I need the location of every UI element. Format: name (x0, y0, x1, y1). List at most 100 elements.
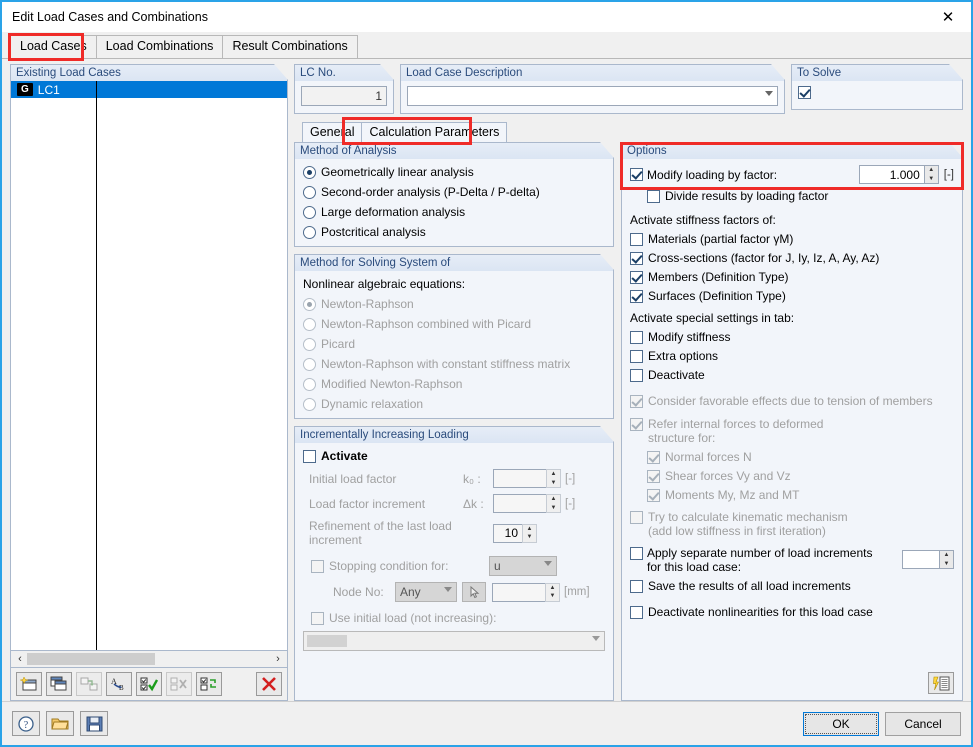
radio-newton-raphson-picard-marker[interactable] (303, 317, 316, 331)
radio-newton-raphson-constant-marker[interactable] (303, 357, 316, 371)
special-modify-stiffness-checkbox[interactable] (630, 330, 643, 344)
open-folder-icon[interactable] (46, 711, 74, 736)
radio-picard-marker[interactable] (303, 337, 316, 351)
scroll-left-arrow-icon[interactable]: ‹ (14, 653, 26, 665)
radio-second-order[interactable]: Second-order analysis (P-Delta / P-delta… (303, 185, 605, 199)
spin-up-icon[interactable]: ▲ (940, 551, 953, 560)
modify-loading-row[interactable]: Modify loading by factor: 1.000 ▲ ▼ [-] (630, 165, 954, 184)
refer-normal-forces-row[interactable]: Normal forces N (630, 450, 954, 464)
apply-increments-row[interactable]: Apply separate number of load increments… (630, 546, 954, 574)
delete-button[interactable] (256, 672, 282, 696)
rename-button[interactable]: AB (106, 672, 132, 696)
spin-down-icon[interactable]: ▼ (925, 175, 938, 184)
list-item[interactable]: G LC1 (11, 81, 287, 98)
chevron-down-icon[interactable] (592, 636, 600, 641)
initial-load-factor-spin-buttons[interactable]: ▲ ▼ (546, 469, 561, 488)
stopping-condition-combo[interactable]: u (489, 556, 557, 576)
radio-second-order-marker[interactable] (303, 185, 316, 199)
stiffness-members-row[interactable]: Members (Definition Type) (630, 270, 954, 284)
deselect-all-button[interactable] (166, 672, 192, 696)
radio-large-deformation-marker[interactable] (303, 205, 316, 219)
apply-increments-stepper[interactable]: ▲ ▼ (902, 550, 954, 569)
load-cases-list[interactable]: G LC1 (10, 81, 288, 651)
help-icon[interactable]: ? (12, 711, 40, 736)
radio-postcritical-marker[interactable] (303, 225, 316, 239)
modify-loading-checkbox[interactable] (630, 168, 643, 181)
lc-no-input[interactable]: 1 (301, 86, 387, 106)
ok-button[interactable]: OK (803, 711, 879, 736)
refer-internal-forces-checkbox[interactable] (630, 418, 643, 431)
deactivate-nonlinearities-row[interactable]: Deactivate nonlinearities for this load … (630, 605, 954, 619)
new-load-case-button[interactable] (16, 672, 42, 696)
initial-load-combo[interactable] (303, 631, 605, 651)
kinematic-mechanism-row[interactable]: Try to calculate kinematic mechanism (ad… (630, 510, 954, 538)
special-modify-stiffness-row[interactable]: Modify stiffness (630, 330, 954, 344)
use-initial-load-checkbox[interactable] (311, 611, 324, 625)
renumber-button[interactable] (76, 672, 102, 696)
spin-down-icon[interactable]: ▼ (523, 533, 536, 542)
stiffness-materials-row[interactable]: Materials (partial factor γM) (630, 232, 954, 246)
deactivate-nonlinearities-checkbox[interactable] (630, 605, 643, 619)
save-results-checkbox[interactable] (630, 579, 643, 593)
radio-newton-raphson-constant[interactable]: Newton-Raphson with constant stiffness m… (303, 357, 605, 371)
refer-moments-checkbox[interactable] (647, 488, 660, 502)
radio-dynamic-relaxation[interactable]: Dynamic relaxation (303, 397, 605, 411)
favorable-effects-checkbox[interactable] (630, 394, 643, 408)
tab-general[interactable]: General (302, 122, 363, 142)
description-combo[interactable] (407, 86, 778, 106)
list-horizontal-scrollbar[interactable]: ‹ › (10, 651, 288, 668)
radio-picard[interactable]: Picard (303, 337, 605, 351)
stiffness-surfaces-checkbox[interactable] (630, 289, 643, 303)
activate-increments-checkbox[interactable] (303, 449, 316, 463)
pick-node-icon[interactable] (462, 582, 486, 602)
load-factor-increment-stepper[interactable]: ▲ ▼ (493, 494, 561, 513)
chevron-down-icon[interactable] (544, 561, 552, 566)
radio-large-deformation[interactable]: Large deformation analysis (303, 205, 605, 219)
refinement-spin-buttons[interactable]: ▲ ▼ (522, 523, 537, 543)
special-extra-options-row[interactable]: Extra options (630, 349, 954, 363)
node-limit-stepper[interactable]: ▲ ▼ (492, 582, 560, 602)
stopping-condition-row[interactable]: Stopping condition for: u (303, 556, 605, 576)
radio-newton-raphson-picard[interactable]: Newton-Raphson combined with Picard (303, 317, 605, 331)
special-deactivate-row[interactable]: Deactivate (630, 368, 954, 382)
radio-newton-raphson-marker[interactable] (303, 297, 316, 311)
spin-up-icon[interactable]: ▲ (547, 470, 560, 479)
spin-down-icon[interactable]: ▼ (547, 504, 560, 513)
spin-down-icon[interactable]: ▼ (940, 560, 953, 569)
modify-loading-spin-buttons[interactable]: ▲ ▼ (923, 165, 939, 184)
cancel-button[interactable]: Cancel (885, 711, 961, 736)
stiffness-cross-sections-row[interactable]: Cross-sections (factor for J, Iy, Iz, A,… (630, 251, 954, 265)
special-deactivate-checkbox[interactable] (630, 368, 643, 382)
spin-up-icon[interactable]: ▲ (547, 495, 560, 504)
divide-results-checkbox[interactable] (647, 189, 660, 203)
stiffness-surfaces-row[interactable]: Surfaces (Definition Type) (630, 289, 954, 303)
radio-modified-newton-raphson-marker[interactable] (303, 377, 316, 391)
radio-modified-newton-raphson[interactable]: Modified Newton-Raphson (303, 377, 605, 391)
refer-shear-forces-checkbox[interactable] (647, 469, 660, 483)
use-initial-load-row[interactable]: Use initial load (not increasing): (303, 611, 605, 625)
spin-down-icon[interactable]: ▼ (547, 479, 560, 488)
divide-results-row[interactable]: Divide results by loading factor (630, 189, 954, 203)
chevron-down-icon[interactable] (444, 587, 452, 592)
select-all-button[interactable] (136, 672, 162, 696)
to-solve-checkbox[interactable] (798, 86, 811, 99)
favorable-effects-row[interactable]: Consider favorable effects due to tensio… (630, 394, 954, 408)
tab-calculation-parameters[interactable]: Calculation Parameters (361, 122, 508, 142)
special-extra-options-checkbox[interactable] (630, 349, 643, 363)
radio-newton-raphson[interactable]: Newton-Raphson (303, 297, 605, 311)
scrollbar-thumb[interactable] (27, 653, 155, 665)
radio-dynamic-relaxation-marker[interactable] (303, 397, 316, 411)
invert-selection-button[interactable] (196, 672, 222, 696)
node-limit-spin-buttons[interactable]: ▲ ▼ (545, 582, 560, 602)
copy-load-case-button[interactable] (46, 672, 72, 696)
save-results-row[interactable]: Save the results of all load increments (630, 579, 954, 593)
refinement-stepper[interactable]: 10 ▲ ▼ (493, 523, 537, 543)
chevron-down-icon[interactable] (765, 91, 773, 96)
initial-load-factor-stepper[interactable]: ▲ ▼ (493, 469, 561, 488)
stopping-condition-checkbox[interactable] (311, 559, 324, 573)
stiffness-members-checkbox[interactable] (630, 270, 643, 284)
spin-down-icon[interactable]: ▼ (546, 592, 559, 601)
radio-geometrically-linear-marker[interactable] (303, 165, 316, 179)
spin-up-icon[interactable]: ▲ (546, 584, 559, 593)
refer-normal-forces-checkbox[interactable] (647, 450, 660, 464)
